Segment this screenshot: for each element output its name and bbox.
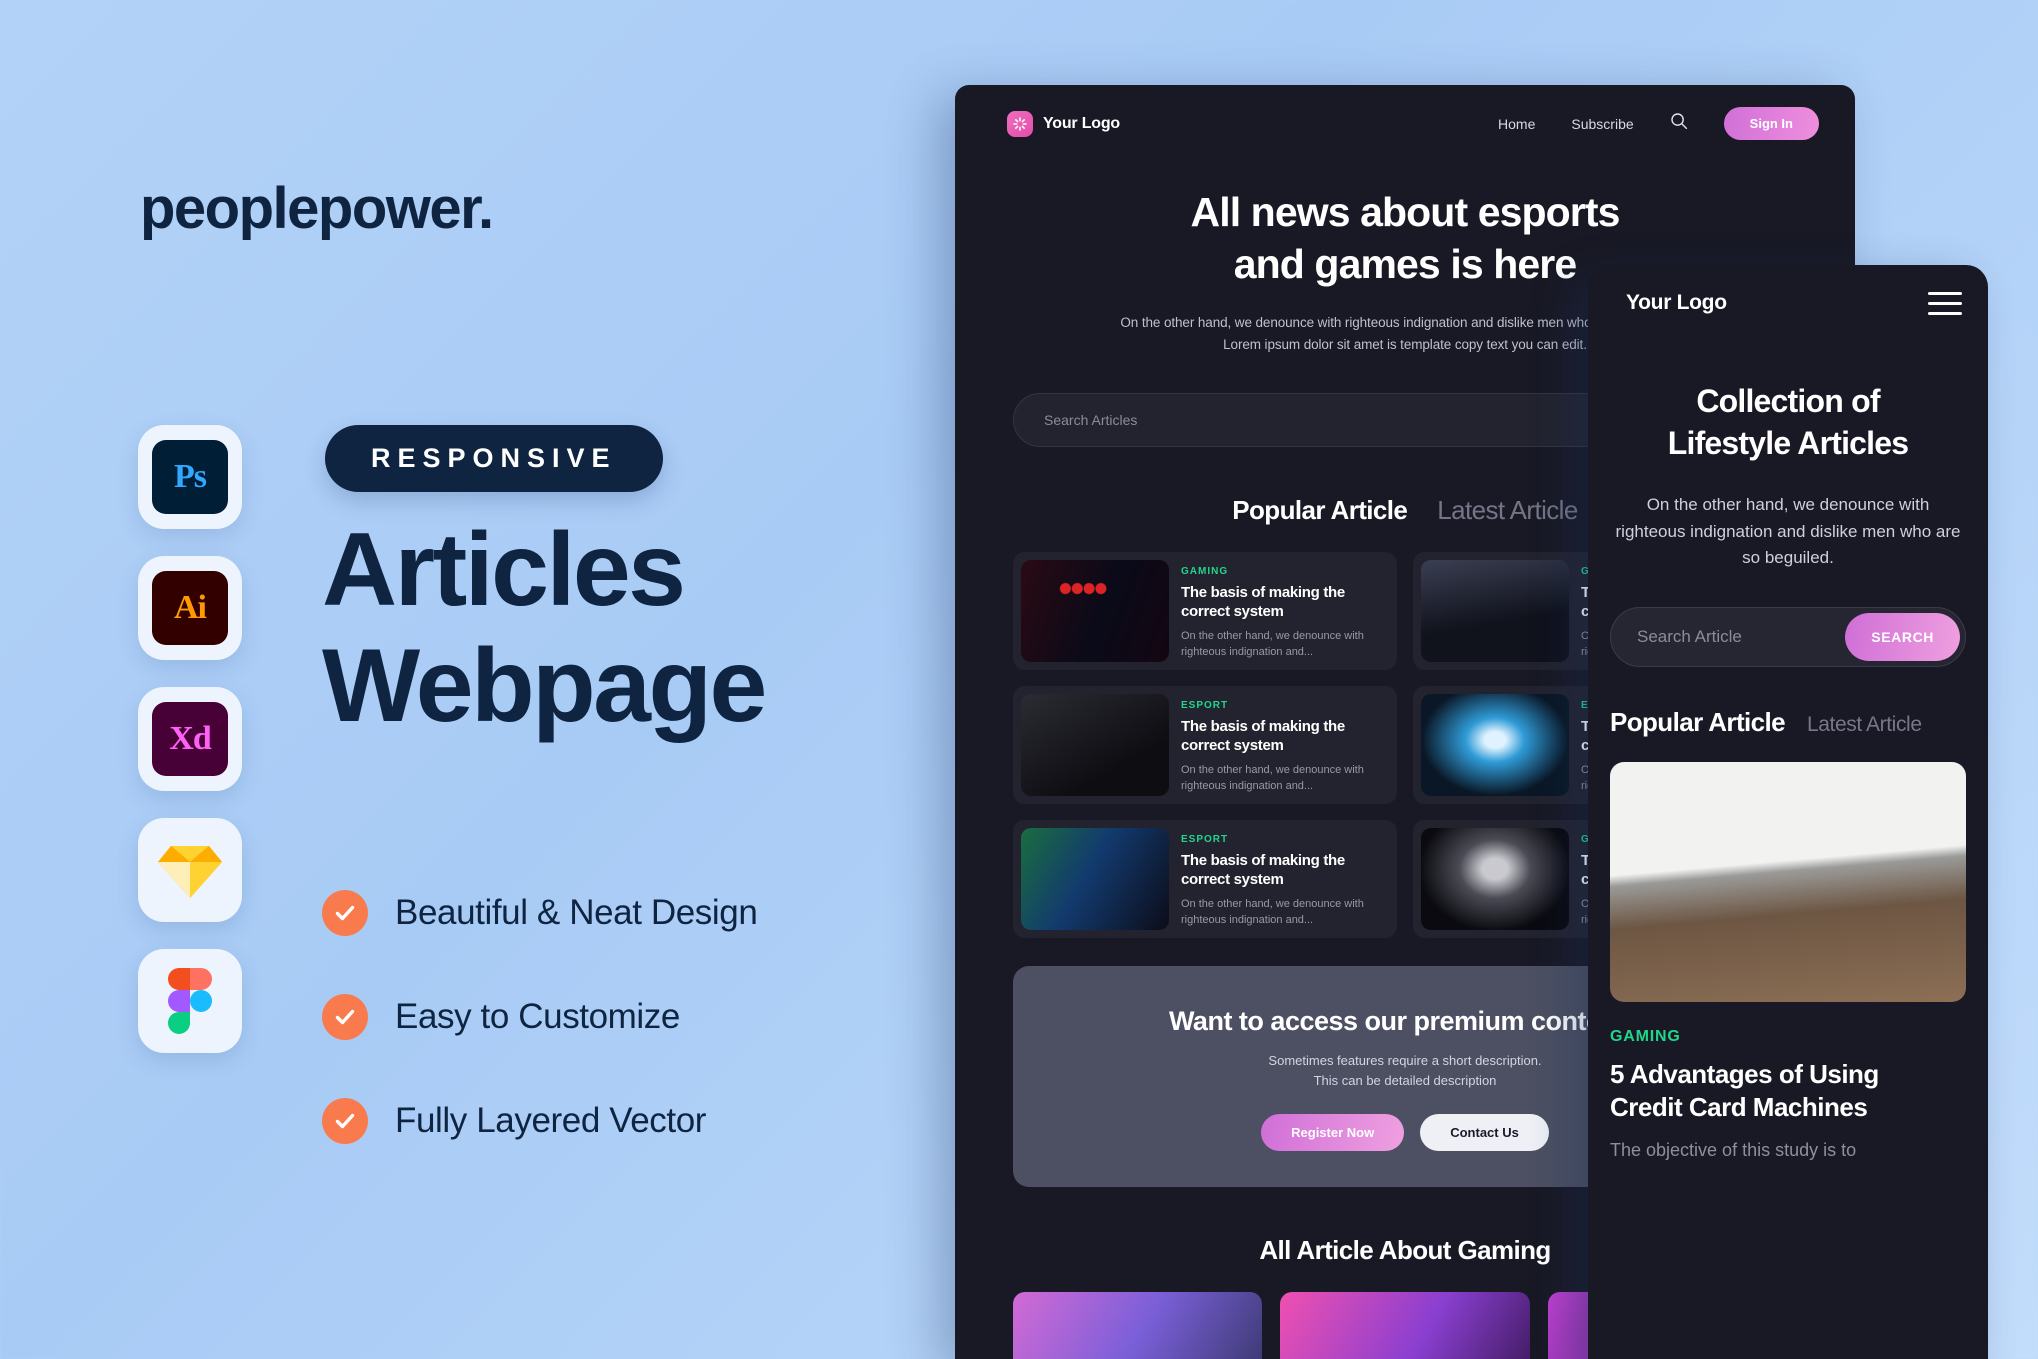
mobile-logo-label: Your Logo [1626, 291, 1727, 314]
xd-icon: Xd [138, 687, 242, 791]
mobile-navbar: Your Logo [1588, 265, 1988, 315]
photoshop-icon: Ps [138, 425, 242, 529]
check-icon [322, 994, 368, 1040]
desktop-nav-links: Home Subscribe Sign In [1498, 107, 1819, 140]
article-thumbnail [1021, 693, 1169, 796]
article-thumbnail [1421, 827, 1569, 930]
illustrator-icon-label: Ai [152, 571, 228, 645]
article-thumbnail [1021, 827, 1169, 930]
mobile-tab-latest-article[interactable]: Latest Article [1807, 713, 1922, 737]
hero-title-line1: All news about esports [1190, 189, 1621, 235]
mobile-article-thumbnail[interactable] [1610, 762, 1966, 1003]
illustrator-icon: Ai [138, 556, 242, 660]
article-title: The basis of making the correct system [1181, 851, 1345, 888]
photoshop-icon-label: Ps [152, 440, 228, 514]
nav-item-subscribe[interactable]: Subscribe [1571, 116, 1633, 132]
article-excerpt: On the other hand, we denounce with righ… [1181, 898, 1364, 926]
mobile-search-input[interactable]: Search Article [1637, 627, 1742, 647]
article-thumbnail [1021, 559, 1169, 662]
list-item: Beautiful & Neat Design [322, 890, 758, 936]
article-thumbnail [1421, 559, 1569, 662]
desktop-navbar: Your Logo Home Subscribe Sign In [955, 85, 1855, 140]
feature-list: Beautiful & Neat Design Easy to Customiz… [322, 890, 758, 1144]
figma-icon [138, 949, 242, 1053]
responsive-badge: RESPONSIVE [325, 425, 663, 492]
mobile-hero-subtitle: On the other hand, we denounce with righ… [1615, 495, 1961, 567]
article-excerpt: On the other hand, we denounce with righ… [1181, 630, 1364, 658]
article-title: The basis of making the correct system [1181, 717, 1345, 754]
list-item: Fully Layered Vector [322, 1098, 757, 1144]
tab-latest-article[interactable]: Latest Article [1437, 495, 1578, 526]
mobile-article-title-line2: Credit Card Machines [1610, 1091, 1868, 1122]
page-title-line1: Articles [322, 512, 686, 628]
mobile-article-title: 5 Advantages of Using Credit Card Machin… [1588, 1046, 1988, 1123]
gallery-thumbnail[interactable] [1013, 1292, 1263, 1359]
mobile-search-bar[interactable]: Search Article SEARCH [1610, 607, 1966, 668]
marketing-panel: peoplepower. Ps Ai Xd RESPONSIVE Article… [0, 0, 960, 1359]
feature-label: Beautiful & Neat Design [395, 893, 758, 932]
mobile-search-button[interactable]: SEARCH [1845, 613, 1960, 662]
mobile-article-category: GAMING [1610, 1028, 1681, 1046]
feature-label: Easy to Customize [395, 997, 680, 1036]
article-thumbnail [1421, 693, 1569, 796]
tool-icon-list: Ps Ai Xd [138, 425, 242, 1053]
nav-item-home[interactable]: Home [1498, 116, 1535, 132]
mobile-hero: Collection of Lifestyle Articles On the … [1588, 315, 1988, 571]
xd-icon-label: Xd [152, 702, 228, 776]
desktop-logo-label: Your Logo [1043, 114, 1120, 132]
article-title: The basis of making the correct system [1181, 583, 1345, 620]
desktop-logo[interactable]: Your Logo [1007, 110, 1120, 137]
article-category: ESPORT [1181, 699, 1229, 711]
contact-us-button[interactable]: Contact Us [1420, 1114, 1549, 1152]
tab-popular-article[interactable]: Popular Article [1232, 495, 1408, 526]
sketch-icon [138, 818, 242, 922]
gallery-thumbnail[interactable] [1280, 1292, 1530, 1359]
sign-in-button[interactable]: Sign In [1723, 107, 1819, 140]
mobile-article-tabs: Popular Article Latest Article [1588, 667, 1988, 738]
article-category: GAMING [1181, 565, 1229, 577]
hamburger-menu-icon[interactable] [1928, 291, 1962, 315]
logo-mark-icon [1007, 110, 1033, 137]
mobile-hero-title-line2: Lifestyle Articles [1667, 424, 1909, 461]
check-icon [322, 1098, 368, 1144]
page-title-line2: Webpage [322, 628, 767, 745]
article-excerpt: On the other hand, we denounce with righ… [1181, 764, 1364, 792]
mobile-tab-popular-article[interactable]: Popular Article [1610, 707, 1786, 738]
mobile-hero-title: Collection of Lifestyle Articles [1614, 381, 1962, 464]
search-icon[interactable] [1670, 112, 1688, 135]
register-now-button[interactable]: Register Now [1261, 1114, 1405, 1152]
article-category: ESPORT [1181, 833, 1229, 845]
page-title: Articles Webpage [322, 512, 767, 745]
mobile-hero-title-line1: Collection of [1696, 383, 1880, 419]
article-card[interactable]: ESPORT The basis of making the correct s… [1013, 685, 1397, 804]
feature-label: Fully Layered Vector [395, 1101, 707, 1140]
mobile-mockup: Your Logo Collection of Lifestyle Articl… [1588, 265, 1988, 1359]
mobile-article-excerpt: The objective of this study is to [1610, 1140, 1857, 1161]
brand-wordmark: peoplepower. [140, 176, 494, 241]
search-input[interactable]: Search Articles [1044, 412, 1137, 428]
check-icon [322, 890, 368, 936]
mobile-article-title-line1: 5 Advantages of Using [1610, 1059, 1879, 1090]
list-item: Easy to Customize [322, 994, 757, 1040]
article-card[interactable]: GAMING The basis of making the correct s… [1013, 551, 1397, 670]
article-card[interactable]: ESPORT The basis of making the correct s… [1013, 819, 1397, 938]
